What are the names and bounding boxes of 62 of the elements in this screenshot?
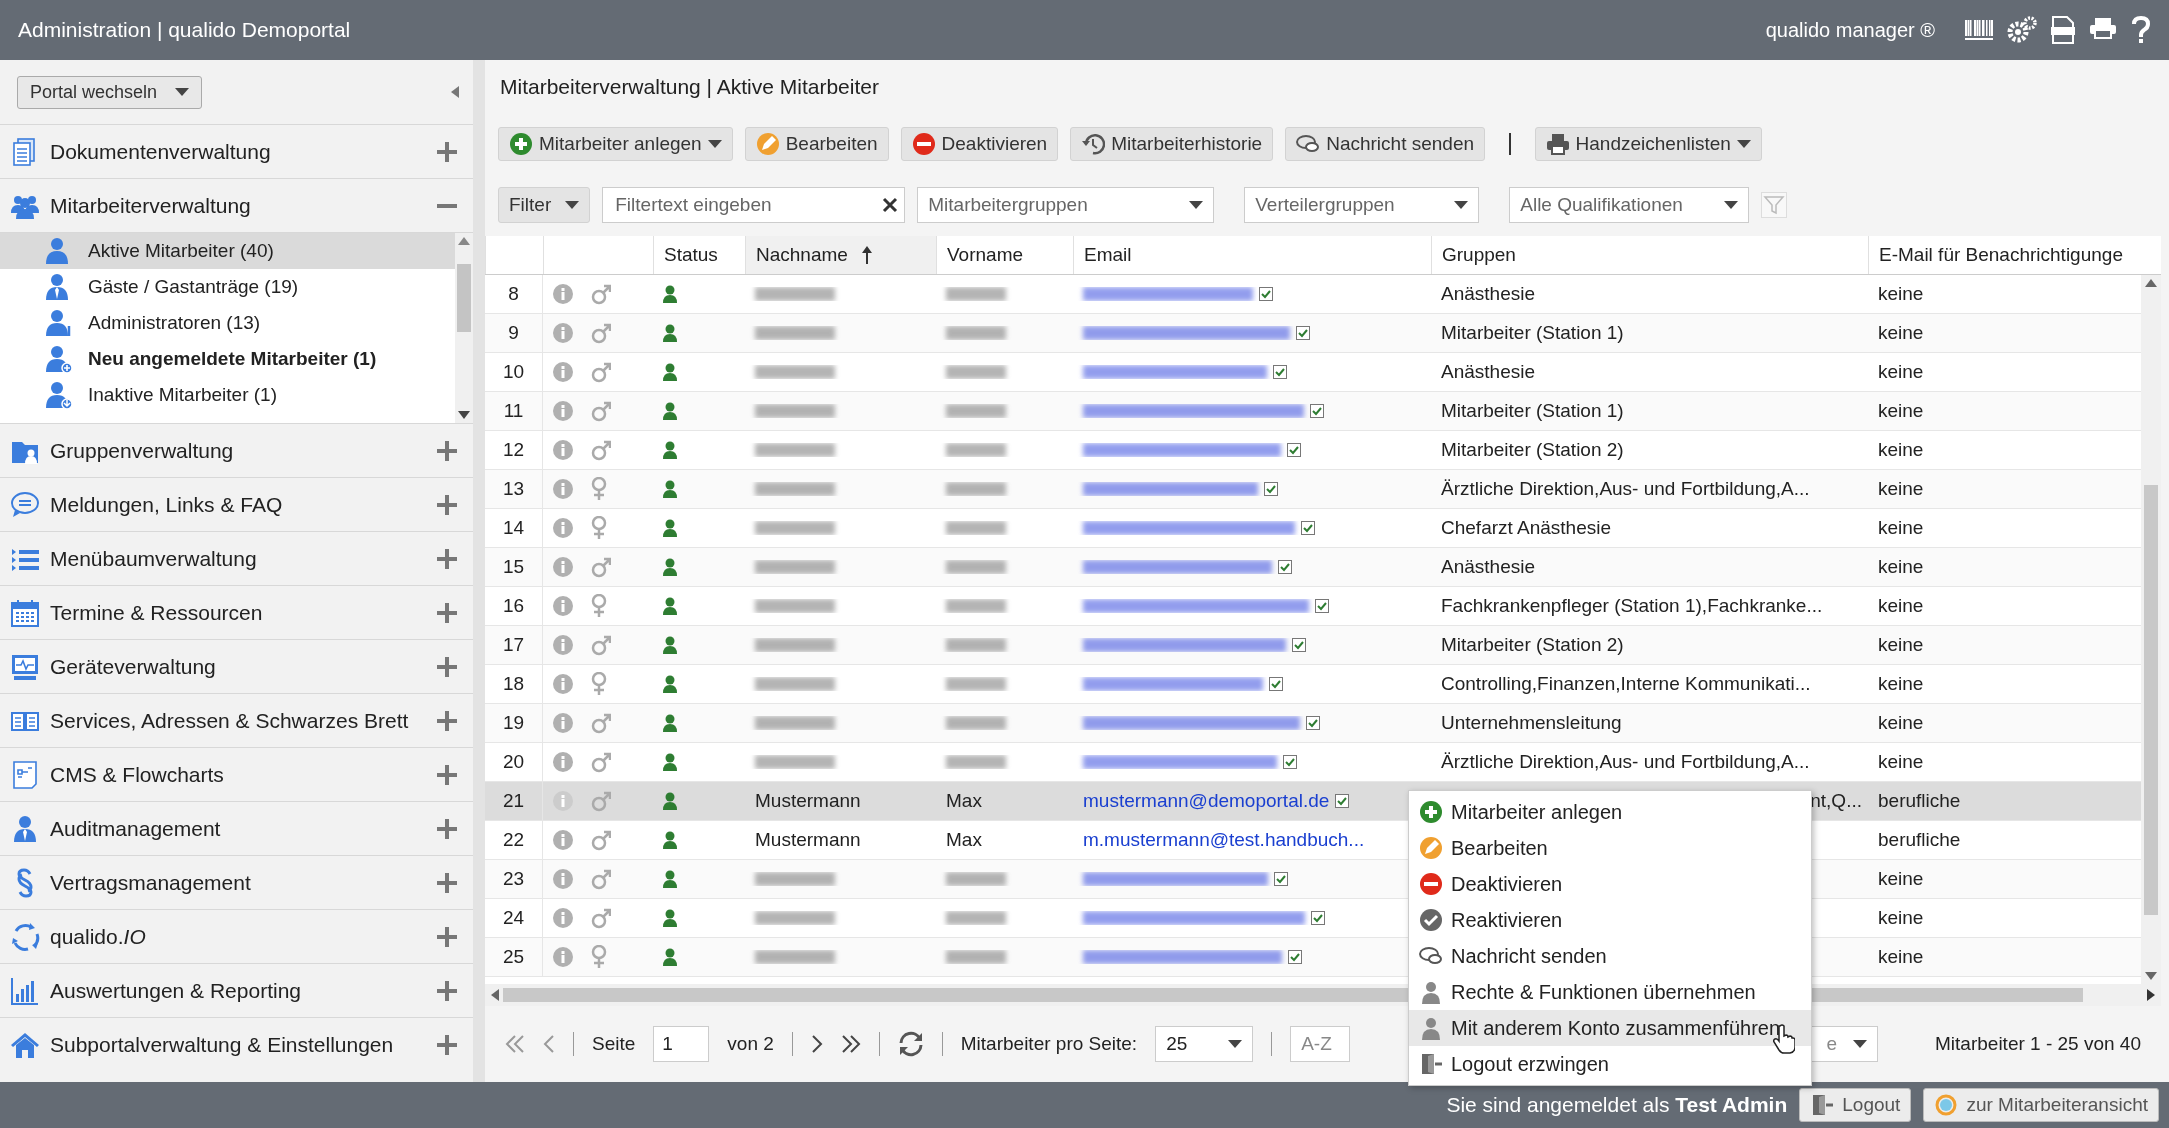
table-cell: keine	[1878, 673, 1924, 695]
table-cell: Fachkrankenpfleger (Station 1),Fachkranke...	[1441, 595, 1823, 617]
page-count: von 2	[727, 1033, 774, 1055]
row-number: 24	[485, 899, 543, 937]
table-cell: keine	[1878, 322, 1924, 344]
row-number: 13	[485, 470, 543, 508]
table-cell: Mustermann	[755, 829, 861, 851]
row-number: 18	[485, 665, 543, 703]
table-cell: keine	[1878, 517, 1924, 539]
table-cell: keine	[1878, 946, 1924, 968]
row-number: 21	[485, 782, 543, 820]
table-cell: nt,Q...	[1810, 790, 1862, 812]
row-number: 12	[485, 431, 543, 469]
table-cell: keine	[1878, 400, 1924, 422]
row-number: 16	[485, 587, 543, 625]
row-number: 22	[485, 821, 543, 859]
table-cell: keine	[1878, 712, 1924, 734]
table-cell: Chefarzt Anästhesie	[1441, 517, 1612, 539]
table-cell: keine	[1878, 751, 1924, 773]
table-cell: Anästhesie	[1441, 361, 1535, 383]
row-number: 15	[485, 548, 543, 586]
table-cell: Unternehmensleitung	[1441, 712, 1622, 734]
row-number: 17	[485, 626, 543, 664]
table-cell: berufliche	[1878, 790, 1961, 812]
table-cell: keine	[1878, 634, 1924, 656]
table-cell: Max	[946, 790, 982, 812]
table-cell: keine	[1878, 283, 1924, 305]
table-cell: Mustermann	[755, 790, 861, 812]
table-cell: keine	[1878, 439, 1924, 461]
row-number: 14	[485, 509, 543, 547]
result-count: Mitarbeiter 1 - 25 von 40	[1935, 1033, 2141, 1055]
table-cell: Anästhesie	[1441, 283, 1535, 305]
table-cell: Max	[946, 829, 982, 851]
product-name: qualido manager ®	[1765, 18, 1935, 42]
table-cell: Controlling,Finanzen,Interne Kommunikati...	[1441, 673, 1811, 695]
table-cell: Mitarbeiter (Station 2)	[1441, 634, 1624, 656]
table-cell: keine	[1878, 907, 1924, 929]
table-cell: Mitarbeiter (Station 2)	[1441, 439, 1624, 461]
row-number: 11	[485, 392, 543, 430]
table-cell: keine	[1878, 478, 1924, 500]
table-cell: berufliche	[1878, 829, 1961, 851]
table-cell: Anästhesie	[1441, 556, 1535, 578]
table-cell: keine	[1878, 868, 1924, 890]
table-cell: Ärztliche Direktion,Aus- und Fortbildung,A...	[1441, 478, 1810, 500]
breadcrumb-title: Mitarbeiterverwaltung | Aktive Mitarbeiter	[499, 74, 880, 100]
row-number: 19	[485, 704, 543, 742]
table-cell: keine	[1878, 556, 1924, 578]
table-cell: Ärztliche Direktion,Aus- und Fortbildung,A...	[1441, 751, 1810, 773]
table-cell: keine	[1878, 595, 1924, 617]
row-number: 25	[485, 938, 543, 976]
per-page-label: Mitarbeiter pro Seite:	[960, 1033, 1138, 1055]
row-number: 23	[485, 860, 543, 898]
table-cell: keine	[1878, 361, 1924, 383]
login-status: Sie sind angemeldet als Test Admin	[1446, 1093, 1788, 1117]
page-label: Seite	[592, 1033, 636, 1055]
table-cell: Mitarbeiter (Station 1)	[1441, 322, 1624, 344]
row-number: 20	[485, 743, 543, 781]
row-number: 10	[485, 353, 543, 391]
table-cell: Mitarbeiter (Station 1)	[1441, 400, 1624, 422]
row-number: 8	[485, 275, 543, 313]
row-number: 9	[485, 314, 543, 352]
header-title: Administration | qualido Demoportal	[18, 18, 352, 42]
